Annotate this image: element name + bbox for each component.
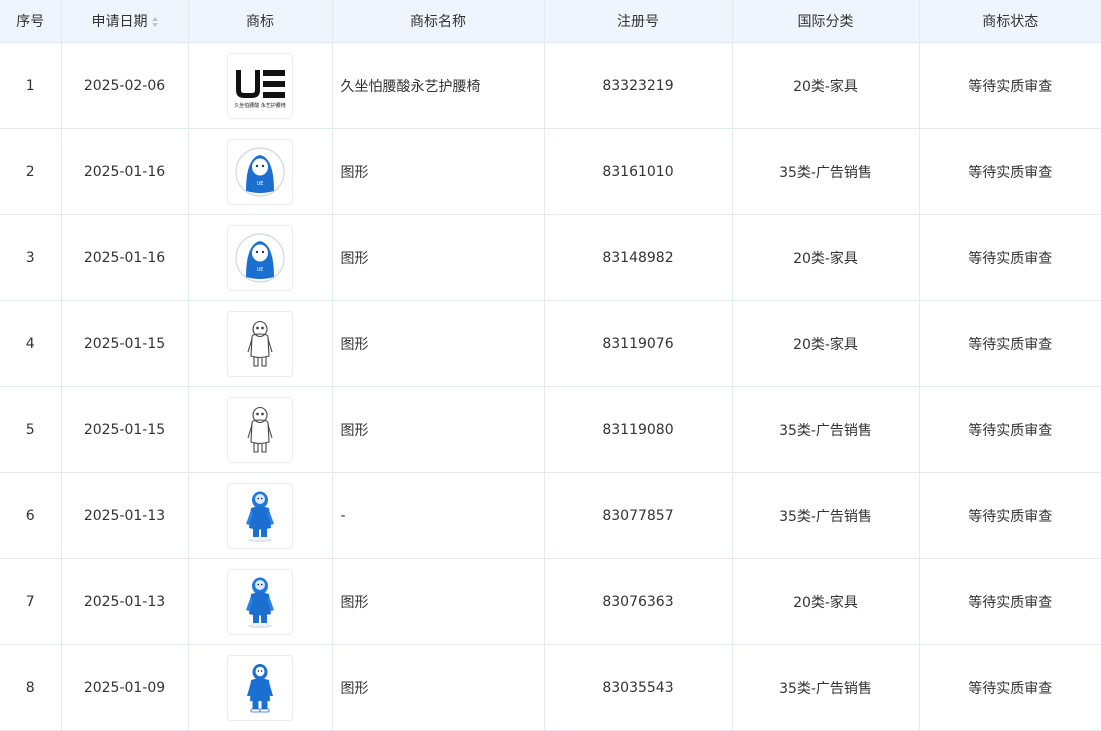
blue-flat-character-icon bbox=[247, 663, 273, 712]
cell-reg-no: 83323219 bbox=[544, 42, 733, 129]
cell-class: 20类-家具 bbox=[732, 558, 920, 645]
blue-character-circle-icon: UE bbox=[235, 146, 285, 197]
cell-logo bbox=[188, 472, 333, 559]
trademark-image[interactable] bbox=[227, 568, 293, 635]
cell-name: 图形 bbox=[332, 558, 545, 645]
trademark-image[interactable]: UE bbox=[227, 224, 293, 291]
table-row[interactable]: 6 2025-01-13 - 83077857 35类-广告销售 等待实质审查 bbox=[0, 472, 1101, 559]
logo-badge: UE bbox=[257, 181, 264, 187]
cell-date: 2025-01-13 bbox=[61, 558, 189, 645]
cell-status: 等待实质审查 bbox=[919, 386, 1101, 473]
table-row[interactable]: 4 2025-01-15 图形 83119076 20类-家具 等待实质审查 bbox=[0, 300, 1101, 387]
cell-logo: UE bbox=[188, 214, 333, 301]
cell-reg-no: 83077857 bbox=[544, 472, 733, 559]
column-header-reg-no: 注册号 bbox=[544, 0, 733, 43]
outline-character-icon bbox=[247, 320, 273, 367]
cell-reg-no: 83035543 bbox=[544, 644, 733, 731]
cell-class: 35类-广告销售 bbox=[732, 644, 920, 731]
cell-name: 久坐怕腰酸永艺护腰椅 bbox=[332, 42, 545, 129]
cell-status: 等待实质审查 bbox=[919, 644, 1101, 731]
cell-name: 图形 bbox=[332, 644, 545, 731]
cell-logo bbox=[188, 300, 333, 387]
logo-badge: UE bbox=[257, 267, 264, 273]
cell-name: 图形 bbox=[332, 300, 545, 387]
outline-character-icon bbox=[247, 406, 273, 453]
column-header-logo: 商标 bbox=[188, 0, 333, 43]
table-row[interactable]: 8 2025-01-09 图形 83035543 35类-广告销售 等待实质审查 bbox=[0, 644, 1101, 731]
cell-logo: UE bbox=[188, 128, 333, 215]
trademark-image[interactable] bbox=[227, 396, 293, 463]
column-header-status: 商标状态 bbox=[919, 0, 1101, 43]
cell-index: 6 bbox=[0, 472, 62, 559]
trademark-image[interactable] bbox=[227, 482, 293, 549]
cell-index: 4 bbox=[0, 300, 62, 387]
sort-icon[interactable] bbox=[151, 16, 158, 28]
cell-reg-no: 83119080 bbox=[544, 386, 733, 473]
cell-status: 等待实质审查 bbox=[919, 558, 1101, 645]
table-row[interactable]: 7 2025-01-13 图形 83076363 20类-家具 等待实质审查 bbox=[0, 558, 1101, 645]
cell-date: 2025-01-16 bbox=[61, 128, 189, 215]
table-row[interactable]: 2 2025-01-16 UE 图形 83161010 35类-广告销售 等待实… bbox=[0, 128, 1101, 215]
cell-class: 35类-广告销售 bbox=[732, 386, 920, 473]
cell-class: 20类-家具 bbox=[732, 300, 920, 387]
cell-status: 等待实质审查 bbox=[919, 472, 1101, 559]
trademark-image[interactable]: 久坐怕腰酸 永艺护腰椅 bbox=[227, 52, 293, 119]
cell-date: 2025-01-09 bbox=[61, 644, 189, 731]
cell-logo bbox=[188, 386, 333, 473]
cell-name: 图形 bbox=[332, 386, 545, 473]
blue-3d-character-icon bbox=[246, 491, 274, 542]
cell-status: 等待实质审查 bbox=[919, 300, 1101, 387]
column-header-name: 商标名称 bbox=[332, 0, 545, 43]
cell-logo bbox=[188, 644, 333, 731]
cell-reg-no: 83161010 bbox=[544, 128, 733, 215]
cell-index: 5 bbox=[0, 386, 62, 473]
cell-class: 20类-家具 bbox=[732, 214, 920, 301]
blue-character-circle-icon: UE bbox=[235, 232, 285, 283]
cell-reg-no: 83148982 bbox=[544, 214, 733, 301]
column-header-index: 序号 bbox=[0, 0, 62, 43]
trademark-image[interactable]: UE bbox=[227, 138, 293, 205]
cell-status: 等待实质审查 bbox=[919, 214, 1101, 301]
cell-date: 2025-01-13 bbox=[61, 472, 189, 559]
cell-index: 3 bbox=[0, 214, 62, 301]
cell-reg-no: 83076363 bbox=[544, 558, 733, 645]
cell-logo bbox=[188, 558, 333, 645]
cell-status: 等待实质审查 bbox=[919, 42, 1101, 129]
cell-name: - bbox=[332, 472, 545, 559]
column-header-class: 国际分类 bbox=[732, 0, 920, 43]
cell-date: 2025-01-15 bbox=[61, 300, 189, 387]
cell-index: 8 bbox=[0, 644, 62, 731]
cell-date: 2025-01-16 bbox=[61, 214, 189, 301]
ue-logo: 久坐怕腰酸 永艺护腰椅 bbox=[234, 69, 286, 109]
trademark-image[interactable] bbox=[227, 654, 293, 721]
cell-class: 35类-广告销售 bbox=[732, 128, 920, 215]
table-row[interactable]: 1 2025-02-06 久坐怕腰酸 永艺护腰椅 久坐怕腰酸永艺护腰椅 8332… bbox=[0, 42, 1101, 129]
cell-reg-no: 83119076 bbox=[544, 300, 733, 387]
trademark-image[interactable] bbox=[227, 310, 293, 377]
cell-date: 2025-01-15 bbox=[61, 386, 189, 473]
column-header-date-label: 申请日期 bbox=[91, 14, 148, 30]
cell-index: 7 bbox=[0, 558, 62, 645]
cell-class: 20类-家具 bbox=[732, 42, 920, 129]
cell-name: 图形 bbox=[332, 128, 545, 215]
cell-index: 2 bbox=[0, 128, 62, 215]
logo-subtext: 久坐怕腰酸 永艺护腰椅 bbox=[234, 102, 286, 109]
trademark-table: 序号 申请日期 商标 商标名称 注册号 国际分类 商标状态 1 2025-02-… bbox=[0, 0, 1101, 731]
cell-logo: 久坐怕腰酸 永艺护腰椅 bbox=[188, 42, 333, 129]
table-row[interactable]: 3 2025-01-16 UE 图形 83148982 20类-家具 等待实质审… bbox=[0, 214, 1101, 301]
table-row[interactable]: 5 2025-01-15 图形 83119080 35类-广告销售 等待实质审查 bbox=[0, 386, 1101, 473]
blue-3d-character-icon bbox=[246, 577, 274, 628]
cell-class: 35类-广告销售 bbox=[732, 472, 920, 559]
cell-date: 2025-02-06 bbox=[61, 42, 189, 129]
cell-index: 1 bbox=[0, 42, 62, 129]
table-header-row: 序号 申请日期 商标 商标名称 注册号 国际分类 商标状态 bbox=[0, 0, 1101, 43]
cell-name: 图形 bbox=[332, 214, 545, 301]
cell-status: 等待实质审查 bbox=[919, 128, 1101, 215]
column-header-date[interactable]: 申请日期 bbox=[61, 0, 189, 43]
